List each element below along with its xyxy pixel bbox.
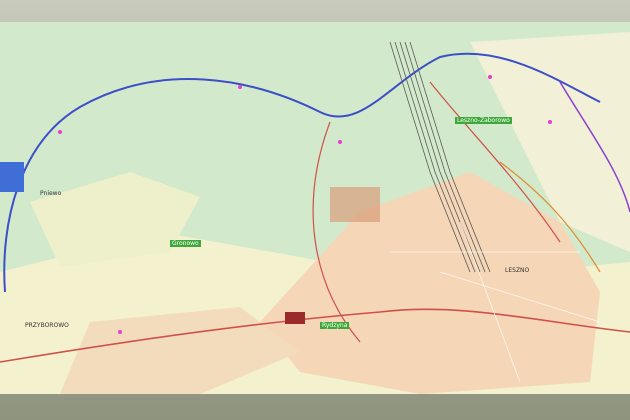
lake xyxy=(0,162,24,192)
place-label-przyborowo: PRZYBOROWO xyxy=(25,322,69,329)
image-frame: PRZYBOROWO Pniewo LESZNO Leszno-Zaborowo… xyxy=(0,0,630,420)
place-label-leszno: LESZNO xyxy=(505,267,530,274)
place-label-pniewo: Pniewo xyxy=(40,190,62,197)
industrial-area xyxy=(330,187,380,222)
building-red xyxy=(285,312,305,324)
green-label-3: Rydzyna xyxy=(320,322,350,329)
map-canvas[interactable]: PRZYBOROWO Pniewo LESZNO Leszno-Zaborowo… xyxy=(0,22,630,394)
map-layer xyxy=(0,22,630,394)
green-label-1: Leszno-Zaborowo xyxy=(455,117,512,124)
green-label-2: Gronowo xyxy=(170,240,201,247)
